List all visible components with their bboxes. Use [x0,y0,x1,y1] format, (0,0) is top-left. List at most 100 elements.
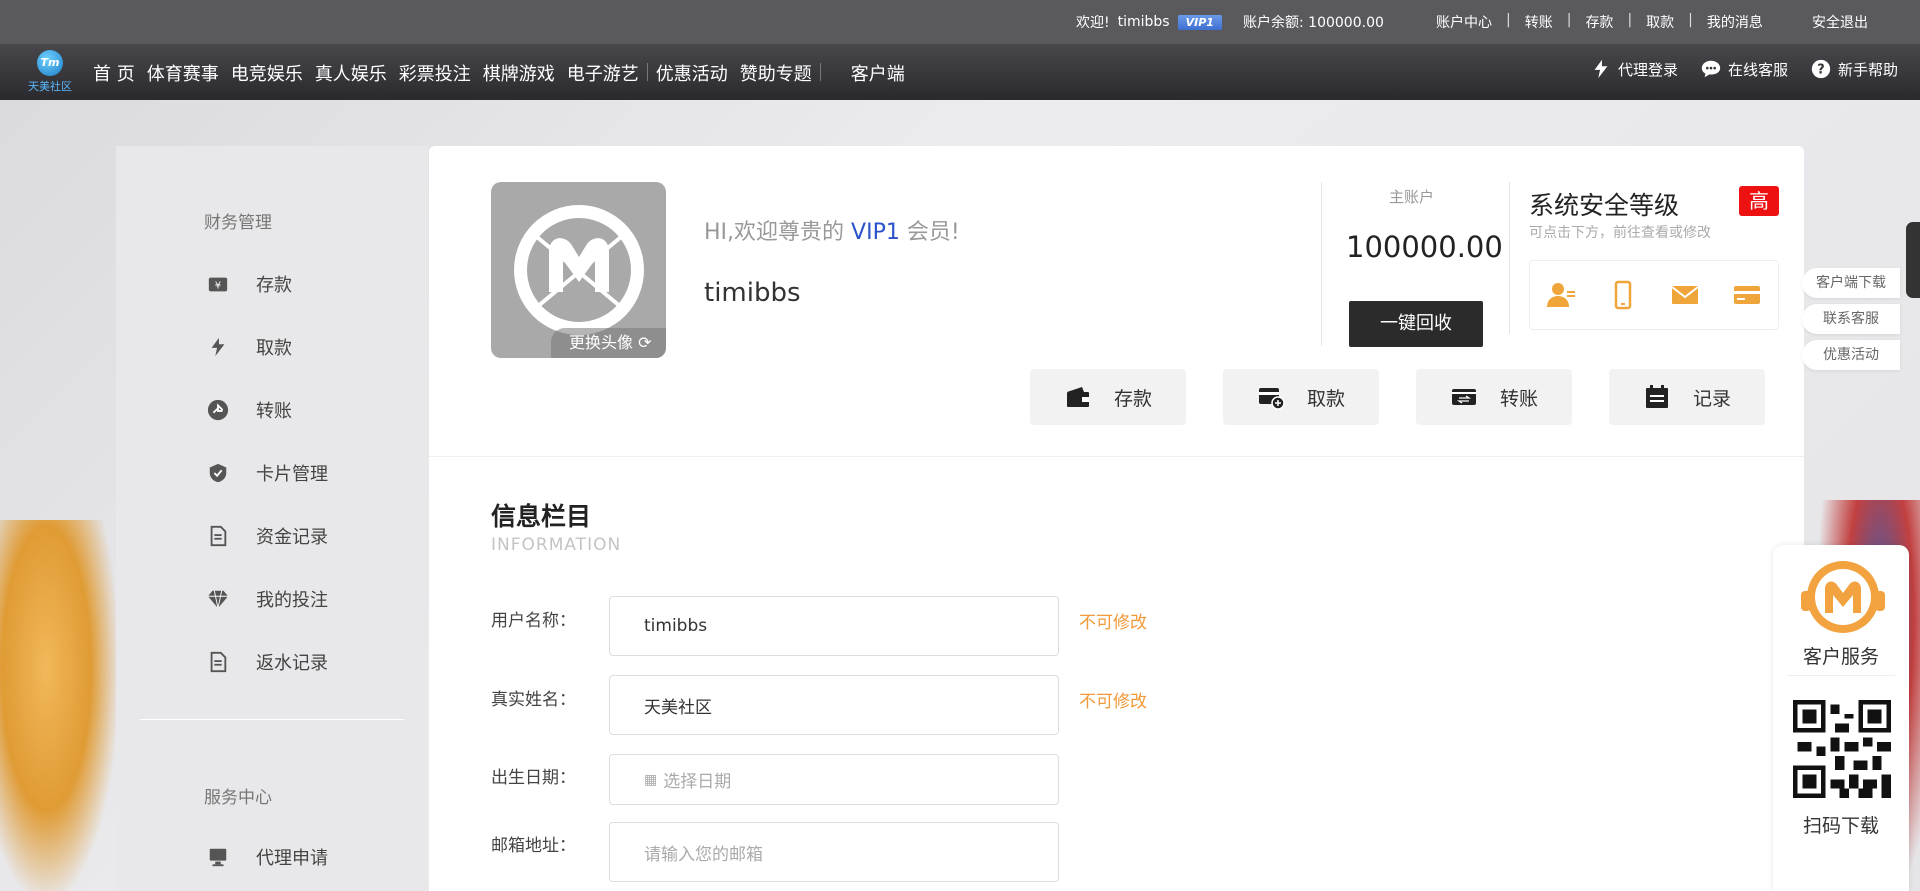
nav-menu: 首 页 体育赛事 电竞娱乐 真人娱乐 彩票投注 棋牌游戏 电子游艺 优惠活动 赞… [93,60,917,86]
sidebar-group-finance: 财务管理 [204,213,272,233]
birthdate-label: 出生日期： [491,768,576,788]
greeting-prefix: HI,欢迎尊贵的 [704,220,852,245]
sidebar-item-deposit[interactable]: ¥ 存款 [204,270,292,298]
svg-text:?: ? [1817,63,1824,78]
deposit-label: 存款 [1113,387,1152,410]
birthdate-picker[interactable]: ▦ 选择日期 [609,754,1059,805]
sidebar-item-fund-records[interactable]: 资金记录 [204,522,328,550]
diamond-icon [204,585,232,613]
agent-login-link[interactable]: 代理登录 [1590,58,1678,80]
divider [1509,182,1510,334]
realname-field[interactable]: 天美社区 [609,675,1059,735]
vip-badge: VIP1 [1177,14,1222,30]
email-field[interactable]: 请输入您的邮箱 [609,822,1059,882]
nav-item-live-casino[interactable]: 真人娱乐 [315,60,398,86]
transfer-button[interactable]: 转账 [1416,369,1572,425]
logo-mark: Tm [37,50,63,76]
sidebar-item-transfer[interactable]: 转账 [204,396,292,424]
link-transfer[interactable]: 转账 [1525,12,1553,32]
link-withdraw[interactable]: 取款 [1646,12,1674,32]
divider [1787,675,1895,676]
balance-label: 账户余额: [1243,15,1304,31]
realname-value: 天美社区 [644,697,712,718]
separator: | [1627,12,1633,28]
contact-service-tab[interactable]: 联系客服 [1802,304,1900,334]
welcome-area: 欢迎! timibbs VIP1 [1076,12,1222,32]
welcome-username: timibbs [1117,14,1170,30]
chat-icon [1701,60,1721,78]
balance-value: 100000.00 [1308,15,1384,31]
nav-item-home[interactable]: 首 页 [93,60,146,86]
separator: | [1566,12,1572,28]
main-account-amount: 100000.00 [1346,230,1503,264]
change-avatar-button[interactable]: 更换头像 ⟳ [551,328,666,358]
nav-item-chess[interactable]: 棋牌游戏 [483,60,566,86]
customer-service-logo-icon[interactable] [1795,557,1891,637]
security-subtitle: 可点击下方，前往查看或修改 [1529,225,1711,241]
online-service-label: 在线客服 [1727,60,1788,79]
refresh-icon: ⟳ [638,333,652,352]
customer-service-panel: 客户服务 扫码下载 [1773,545,1909,891]
withdraw-button[interactable]: 取款 [1223,369,1379,425]
logout-link[interactable]: 安全退出 [1812,12,1868,32]
nav-item-client[interactable]: 客户端 [851,60,916,86]
transfer-label: 转账 [1499,387,1538,410]
link-deposit[interactable]: 存款 [1585,12,1613,32]
nav-item-lottery[interactable]: 彩票投注 [399,60,482,86]
help-icon: ? [1811,59,1831,79]
profile-username: timibbs [704,278,801,308]
sidebar-item-agent-apply[interactable]: 代理申请 [204,843,328,871]
lightning-icon [1594,59,1608,79]
help-link[interactable]: ? 新手帮助 [1810,58,1898,80]
mail-icon[interactable] [1669,279,1701,311]
shield-icon [204,459,232,487]
sidebar: 财务管理 ¥ 存款 取款 转账 卡片管理 资金记录 我的投注 返水记录 服务中心… [116,146,428,891]
bank-card-icon[interactable] [1731,279,1763,311]
monitor-icon [204,843,232,871]
scan-download-title: 扫码下载 [1802,815,1879,837]
customer-service-title: 客户服务 [1802,646,1879,668]
transfer-card-icon [1451,389,1476,405]
promotions-tab[interactable]: 优惠活动 [1802,340,1900,370]
user-verify-icon[interactable] [1545,279,1577,311]
transfer-icon [204,396,232,424]
balance-display: 账户余额: 100000.00 [1243,12,1384,32]
nav-item-sports[interactable]: 体育赛事 [147,60,230,86]
username-field[interactable]: timibbs [609,596,1059,656]
link-messages[interactable]: 我的消息 [1707,12,1763,32]
online-service-link[interactable]: 在线客服 [1700,58,1788,80]
phone-icon[interactable] [1607,279,1639,311]
sidebar-item-label: 转账 [256,401,292,422]
records-button[interactable]: 记录 [1609,369,1765,425]
security-level-title: 系统安全等级 [1529,191,1680,220]
info-section-title: 信息栏目 [491,502,592,531]
avatar[interactable]: 更换头像 ⟳ [491,182,666,358]
link-account-center[interactable]: 账户中心 [1436,12,1492,32]
deposit-button[interactable]: 存款 [1030,369,1186,425]
client-download-tab[interactable]: 客户端下载 [1802,268,1900,298]
site-logo[interactable]: Tm 天美社区 [24,50,76,96]
one-click-recall-button[interactable]: 一键回收 [1349,301,1483,347]
sidebar-item-withdraw[interactable]: 取款 [204,333,292,361]
nav-item-sponsorship[interactable]: 赞助专题 [740,60,823,86]
nav-item-slots[interactable]: 电子游艺 [567,60,650,86]
agent-login-label: 代理登录 [1617,60,1678,79]
nav-item-esports[interactable]: 电竞娱乐 [231,60,314,86]
wallet-icon: ¥ [204,270,232,298]
sidebar-item-rebate-records[interactable]: 返水记录 [204,648,328,676]
top-bar: 欢迎! timibbs VIP1 账户余额: 100000.00 账户中心 | … [0,0,1920,44]
username-value: timibbs [644,616,708,636]
greeting: HI,欢迎尊贵的 VIP1 会员! [704,214,960,246]
sidebar-item-my-bets[interactable]: 我的投注 [204,585,328,613]
nav-item-promotions[interactable]: 优惠活动 [656,60,739,86]
background-athlete-left [0,520,116,891]
change-avatar-label: 更换头像 [569,333,634,352]
qr-code-icon [1793,700,1891,798]
email-label: 邮箱地址： [491,836,576,856]
sidebar-item-label: 代理申请 [256,848,328,869]
sidebar-item-label: 我的投注 [256,590,328,611]
nav-divider [819,63,821,81]
sidebar-item-cards[interactable]: 卡片管理 [204,459,328,487]
edge-handle[interactable] [1906,222,1920,298]
top-links: 账户中心 | 转账 | 存款 | 取款 | 我的消息 [1436,12,1763,32]
